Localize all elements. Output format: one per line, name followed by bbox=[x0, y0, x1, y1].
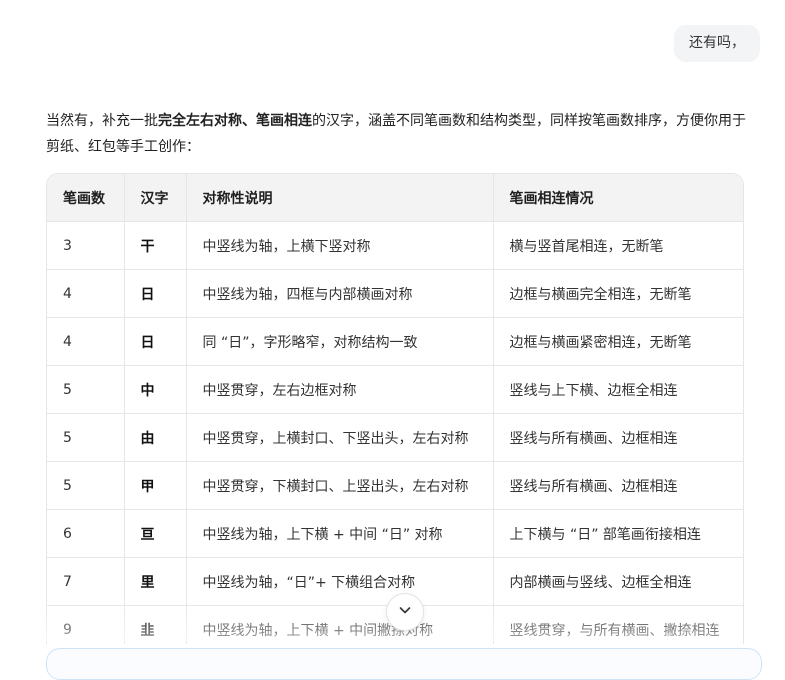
cell-symmetry: 中竖线为轴，上下横 + 中间 “日” 对称 bbox=[186, 509, 494, 558]
cell-character: 干 bbox=[124, 221, 187, 270]
cell-stroke-count: 3 bbox=[47, 221, 125, 270]
cell-character: 里 bbox=[124, 557, 187, 606]
cell-connection: 竖线与上下横、边框全相连 bbox=[493, 365, 743, 414]
symmetric-characters-table: 笔画数 汉字 对称性说明 笔画相连情况 3 干 中竖线为轴，上横下竖对称 横与竖… bbox=[46, 173, 744, 644]
user-message-bubble: 还有吗， bbox=[674, 25, 760, 62]
cell-stroke-count: 9 bbox=[47, 605, 125, 644]
cell-character: 日 bbox=[124, 269, 187, 318]
cell-stroke-count: 5 bbox=[47, 461, 125, 510]
cell-connection: 内部横画与竖线、边框全相连 bbox=[493, 557, 743, 606]
header-stroke-count: 笔画数 bbox=[47, 174, 125, 222]
cell-connection: 竖线与所有横画、边框相连 bbox=[493, 413, 743, 462]
header-symmetry: 对称性说明 bbox=[186, 174, 494, 222]
intro-text-before: 当然有，补充一批 bbox=[46, 113, 158, 129]
cell-symmetry: 中竖线为轴，四框与内部横画对称 bbox=[186, 269, 494, 318]
cell-connection: 上下横与 “日” 部笔画衔接相连 bbox=[493, 509, 743, 558]
cell-connection: 竖线与所有横画、边框相连 bbox=[493, 461, 743, 510]
cell-symmetry: 中竖线为轴，“日”+ 下横组合对称 bbox=[186, 557, 494, 606]
cell-character: 日 bbox=[124, 317, 187, 366]
cell-character: 韭 bbox=[124, 605, 187, 644]
header-connection: 笔画相连情况 bbox=[493, 174, 743, 222]
assistant-intro-text: 当然有，补充一批完全左右对称、笔画相连的汉字，涵盖不同笔画数和结构类型，同样按笔… bbox=[46, 108, 758, 160]
cell-symmetry: 中竖线为轴，上下横 + 中间撇捺对称 bbox=[186, 605, 494, 644]
table-row: 3 干 中竖线为轴，上横下竖对称 横与竖首尾相连，无断笔 bbox=[47, 221, 743, 270]
cell-stroke-count: 4 bbox=[47, 317, 125, 366]
cell-connection: 横与竖首尾相连，无断笔 bbox=[493, 221, 743, 270]
cell-character: 甲 bbox=[124, 461, 187, 510]
table-row: 5 中 中竖贯穿，左右边框对称 竖线与上下横、边框全相连 bbox=[47, 365, 743, 414]
table-row: 6 亘 中竖线为轴，上下横 + 中间 “日” 对称 上下横与 “日” 部笔画衔接… bbox=[47, 509, 743, 558]
intro-text-bold: 完全左右对称、笔画相连 bbox=[158, 113, 312, 129]
cell-connection: 边框与横画完全相连，无断笔 bbox=[493, 269, 743, 318]
table-row: 5 甲 中竖贯穿，下横封口、上竖出头，左右对称 竖线与所有横画、边框相连 bbox=[47, 461, 743, 510]
cell-character: 由 bbox=[124, 413, 187, 462]
cell-character: 亘 bbox=[124, 509, 187, 558]
scroll-to-bottom-button[interactable] bbox=[386, 593, 424, 631]
cell-connection: 边框与横画紧密相连，无断笔 bbox=[493, 317, 743, 366]
cell-connection: 竖线贯穿，与所有横画、撇捺相连 bbox=[493, 605, 743, 644]
cell-symmetry: 同 “日”，字形略窄，对称结构一致 bbox=[186, 317, 494, 366]
chat-input-box[interactable] bbox=[46, 648, 762, 680]
cell-stroke-count: 7 bbox=[47, 557, 125, 606]
table-row: 4 日 中竖线为轴，四框与内部横画对称 边框与横画完全相连，无断笔 bbox=[47, 269, 743, 318]
cell-symmetry: 中竖贯穿，左右边框对称 bbox=[186, 365, 494, 414]
cell-stroke-count: 5 bbox=[47, 365, 125, 414]
table-header-row: 笔画数 汉字 对称性说明 笔画相连情况 bbox=[47, 174, 743, 222]
table-row: 5 由 中竖贯穿，上横封口、下竖出头，左右对称 竖线与所有横画、边框相连 bbox=[47, 413, 743, 462]
cell-symmetry: 中竖贯穿，上横封口、下竖出头，左右对称 bbox=[186, 413, 494, 462]
cell-symmetry: 中竖贯穿，下横封口、上竖出头，左右对称 bbox=[186, 461, 494, 510]
cell-stroke-count: 6 bbox=[47, 509, 125, 558]
cell-symmetry: 中竖线为轴，上横下竖对称 bbox=[186, 221, 494, 270]
table-row: 4 日 同 “日”，字形略窄，对称结构一致 边框与横画紧密相连，无断笔 bbox=[47, 317, 743, 366]
chevron-down-icon bbox=[397, 602, 413, 622]
user-message-text: 还有吗， bbox=[689, 35, 745, 51]
cell-stroke-count: 5 bbox=[47, 413, 125, 462]
cell-character: 中 bbox=[124, 365, 187, 414]
header-character: 汉字 bbox=[124, 174, 187, 222]
cell-stroke-count: 4 bbox=[47, 269, 125, 318]
